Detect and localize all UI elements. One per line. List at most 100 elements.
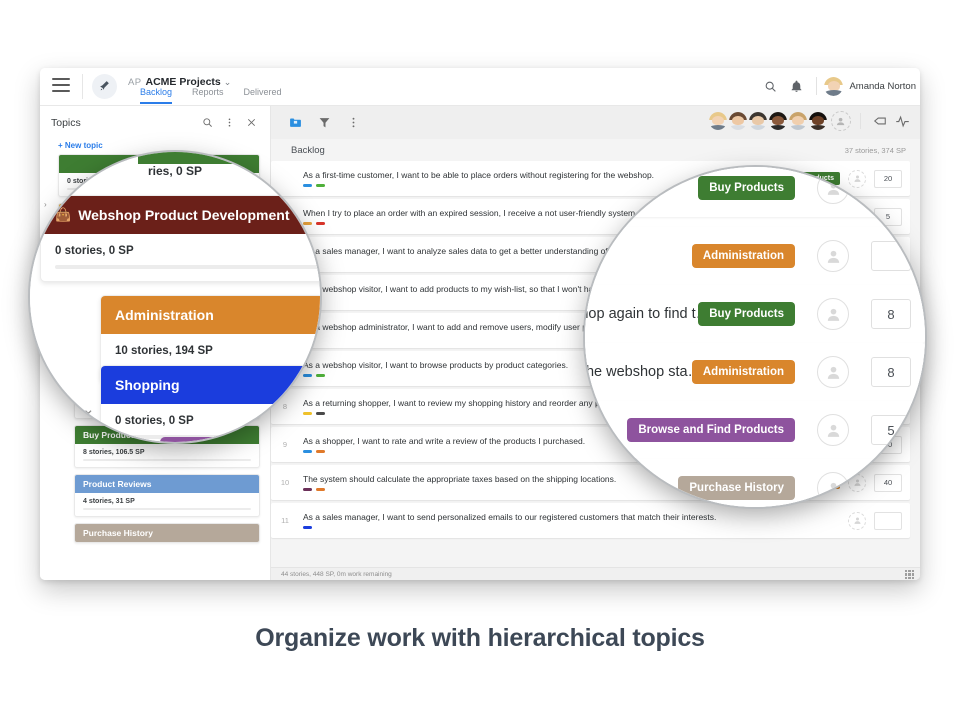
magnifier-left-content: ries, 0 SP 👜 Webshop Product Development… [30,152,320,442]
avatar[interactable] [769,112,787,130]
topbar-divider [82,74,83,99]
app-topbar: AP ACME Projects ⌄ Backlog Reports Deliver… [40,68,920,106]
lens-story-row[interactable]: Purchase History 13 [585,459,925,507]
lens-story-tag[interactable]: Browse and Find Products [627,418,795,442]
lens-story-text: ucts. [585,248,592,264]
topic-card[interactable]: Purchase History [74,523,260,543]
avatar-placeholder-icon[interactable] [817,414,849,446]
avatar[interactable] [729,112,747,130]
avatar-placeholder-icon[interactable] [848,511,866,530]
lens-story-row[interactable]: the webshop. Buy Products 20 [585,167,925,217]
lens-story-text: for the webshop sta… [585,364,692,380]
avatar-placeholder-icon[interactable] [817,472,849,504]
main-tabs: Backlog Reports Delivered [140,87,282,104]
lens-story-points[interactable]: 20 [871,173,911,203]
story-label-dots [303,526,848,529]
topic-card-meta: 8 stories, 106.5 SP [83,449,145,456]
backlog-row[interactable]: 11 As a sales manager, I want to send per… [271,503,910,538]
lens-topic-bar: Shopping [101,366,320,404]
avatar-placeholder-icon[interactable] [817,356,849,388]
tag-icon[interactable] [870,111,890,131]
lens-story-points[interactable]: 13 [871,473,911,503]
close-icon[interactable] [240,112,262,134]
search-icon[interactable] [196,112,218,134]
lens-topic-progress [55,265,320,269]
avatar-placeholder-icon[interactable] [817,172,849,204]
rocket-icon[interactable] [92,74,117,99]
lens-story-tag[interactable]: Administration [691,244,795,268]
magnifier-left: ries, 0 SP 👜 Webshop Product Development… [30,152,320,442]
lens-story-row[interactable]: for the webshop sta… Administration 8 [585,343,925,401]
lens-topic-bar: Administration [101,296,320,334]
label-dot [303,488,312,491]
folder-blue-icon[interactable] [287,115,303,131]
topics-header: Topics [40,106,270,139]
tab-backlog[interactable]: Backlog [140,87,173,104]
filter-icon[interactable] [316,115,332,131]
avatar-divider [860,113,861,129]
topic-card[interactable]: Product Reviews 4 stories, 31 SP [74,474,260,517]
tab-reports[interactable]: Reports [192,87,224,104]
lens-topic-card[interactable]: Shopping 0 stories, 0 SP [100,365,320,442]
lens-story-points[interactable]: 5 [871,415,911,445]
user-menu[interactable]: Amanda Norton [824,76,916,96]
avatar-placeholder-icon[interactable] [817,298,849,330]
promo-stage: AP ACME Projects ⌄ Backlog Reports Deliver… [0,0,960,723]
lens-top-meta: ries, 0 SP [148,164,203,178]
search-icon[interactable] [757,73,783,99]
lens-story-row[interactable]: Browse and Find Products 5 [585,401,925,459]
avatar[interactable] [749,112,767,130]
story-points[interactable] [874,511,902,530]
topic-card-progress [83,459,251,461]
avatar[interactable] [709,112,727,130]
magnifier-right: the webshop. Buy Products 20 ucts. Admin… [585,167,925,507]
label-dot [303,526,312,529]
chevron-down-icon[interactable]: ⌄ [82,400,95,418]
backlog-status-bar: 44 stories, 448 SP, 0m work remaining [271,567,920,580]
lens-story-points[interactable]: 8 [871,357,911,387]
lens-story-row[interactable]: e shop again to find t… Buy Products 8 [585,285,925,343]
hamburger-icon[interactable] [52,78,70,92]
chevron-down-icon: ⌄ [223,77,232,87]
avatar-placeholder-icon[interactable] [817,240,849,272]
topic-card-name: Purchase History [83,528,153,538]
lens-story-text: e shop again to find t… [585,306,698,322]
lens-topic-meta: 10 stories, 194 SP [115,345,213,357]
lens-story-row[interactable]: ucts. Administration [585,227,925,285]
lens-topic-name: Administration [115,307,214,323]
lens-story-tag[interactable]: Buy Products [698,176,795,200]
more-vertical-icon[interactable] [218,112,240,134]
lens-topic-meta: 0 stories, 0 SP [55,245,134,257]
lens-card-partial-top [138,152,320,164]
grid-icon[interactable] [905,570,914,579]
lens-story-points[interactable] [871,241,911,271]
activity-icon[interactable] [892,111,912,131]
row-number: 11 [281,516,289,525]
label-dot [303,450,312,453]
add-member-icon[interactable] [831,111,851,131]
topbar-divider-2 [816,77,818,95]
bell-icon[interactable] [783,73,809,99]
lens-story-text: the webshop. [585,180,648,196]
topic-card-progress [83,508,251,510]
chevron-down-icon[interactable]: ⌄ [30,230,37,248]
lens-topic-card[interactable]: Browse and Find Products [160,437,320,442]
avatar[interactable] [809,112,827,130]
lens-story-tag[interactable]: Administration [691,360,795,384]
tab-delivered[interactable]: Delivered [244,87,282,104]
more-vertical-icon[interactable] [345,115,361,131]
topic-card-meta: 4 stories, 31 SP [83,498,135,505]
lens-topic-name: Shopping [115,377,180,393]
lens-story-tag[interactable]: Buy Products [698,302,795,326]
label-dot [316,488,325,491]
topic-card-bar: Product Reviews [75,475,259,493]
topic-card-name: Product Reviews [83,479,152,489]
lens-story-tag[interactable]: Purchase History [678,476,795,500]
backlog-section-count: 37 stories, 374 SP [844,145,906,155]
lens-story-points[interactable]: 8 [871,299,911,329]
topics-title: Topics [51,116,81,129]
avatar [824,76,844,96]
avatar[interactable] [789,112,807,130]
lens-topic-card[interactable]: 👜 Webshop Product Development 0 stories,… [40,195,320,282]
user-name: Amanda Norton [849,80,916,92]
